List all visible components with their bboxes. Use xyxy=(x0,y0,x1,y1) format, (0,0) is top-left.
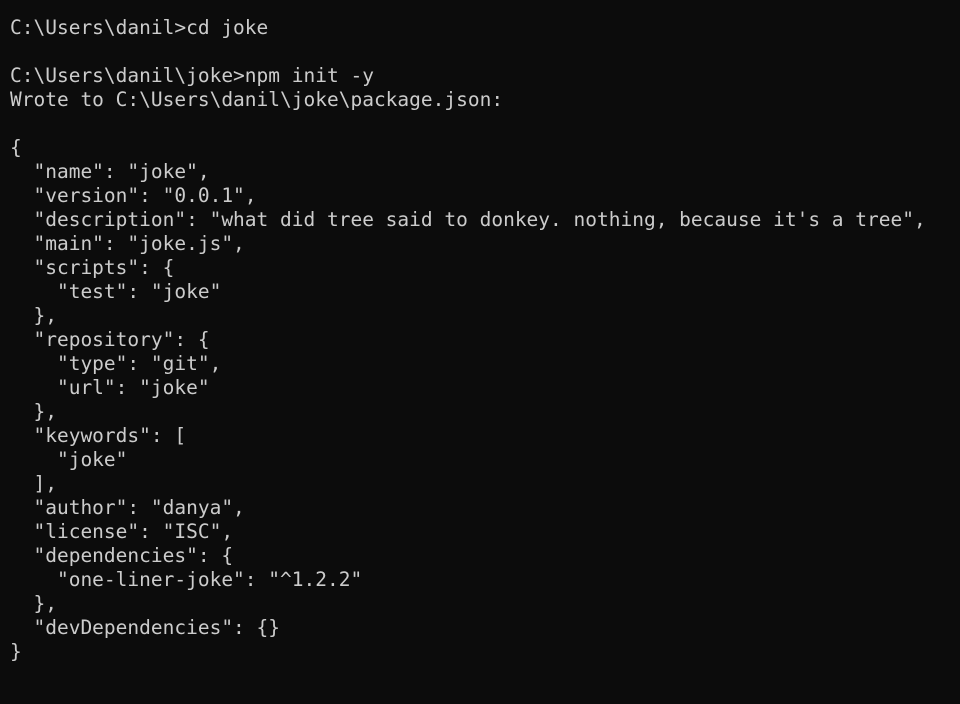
json-dependencies-close: }, xyxy=(10,592,57,615)
json-keywords-open: "keywords": [ xyxy=(10,424,187,447)
json-author-line: "author": "danya", xyxy=(10,496,245,519)
json-keywords-item: "joke" xyxy=(10,448,128,471)
json-repository-type-line: "type": "git", xyxy=(10,352,222,375)
json-description-line: "description": "what did tree said to do… xyxy=(10,208,926,231)
json-version-line: "version": "0.0.1", xyxy=(10,184,257,207)
prompt-npm-init-command: C:\Users\danil\joke>npm init -y xyxy=(10,64,374,87)
json-devdependencies-line: "devDependencies": {} xyxy=(10,616,281,639)
json-main-line: "main": "joke.js", xyxy=(10,232,245,255)
prompt-cd-command: C:\Users\danil>cd joke xyxy=(10,16,269,39)
json-keywords-close: ], xyxy=(10,472,57,495)
wrote-to-output: Wrote to C:\Users\danil\joke\package.jso… xyxy=(10,88,504,111)
json-close-brace: } xyxy=(10,640,22,663)
json-license-line: "license": "ISC", xyxy=(10,520,234,543)
json-repository-url-line: "url": "joke" xyxy=(10,376,210,399)
json-dependencies-open: "dependencies": { xyxy=(10,544,234,567)
json-scripts-test-line: "test": "joke" xyxy=(10,280,222,303)
json-dependency-item: "one-liner-joke": "^1.2.2" xyxy=(10,568,363,591)
terminal-window[interactable]: C:\Users\danil>cd joke C:\Users\danil\jo… xyxy=(0,0,960,704)
json-repository-close: }, xyxy=(10,400,57,423)
json-name-line: "name": "joke", xyxy=(10,160,210,183)
json-scripts-close: }, xyxy=(10,304,57,327)
json-repository-open: "repository": { xyxy=(10,328,210,351)
json-scripts-open: "scripts": { xyxy=(10,256,175,279)
json-open-brace: { xyxy=(10,136,22,159)
